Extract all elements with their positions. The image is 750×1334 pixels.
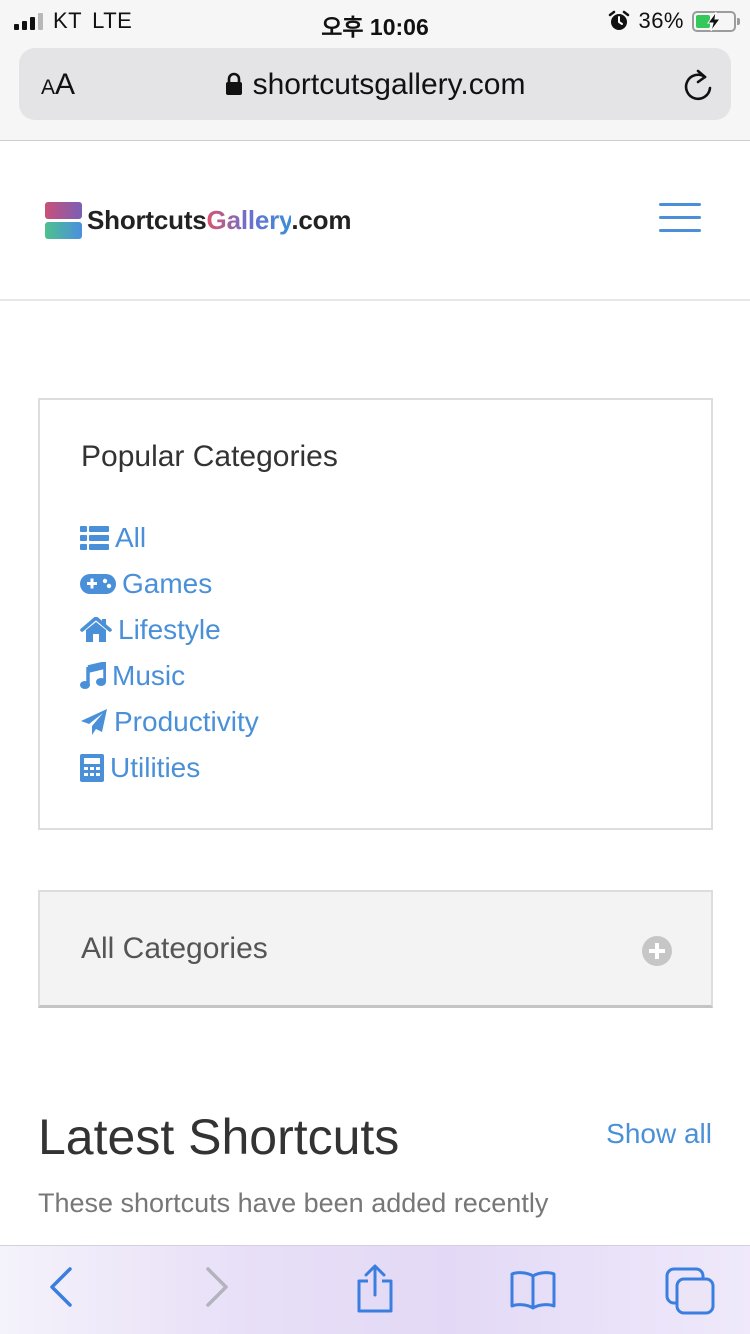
music-note-icon <box>80 662 106 690</box>
url-text: shortcutsgallery.com <box>252 68 526 101</box>
url-field[interactable]: shortcutsgallery.com <box>19 68 731 102</box>
share-icon[interactable] <box>355 1264 395 1314</box>
paper-plane-icon <box>80 708 108 736</box>
tabs-icon[interactable] <box>665 1267 715 1315</box>
back-chevron-icon[interactable] <box>46 1266 76 1308</box>
battery-percent: 36% <box>638 8 684 33</box>
category-link-productivity[interactable]: Productivity <box>80 699 259 745</box>
latest-shortcuts-heading: Latest Shortcuts <box>38 1109 400 1165</box>
category-label: All <box>115 522 147 553</box>
site-header: ShortcutsGallery.com <box>0 141 750 301</box>
category-link-all[interactable]: All <box>80 515 259 561</box>
status-bar: KT LTE 오후 10:06 36% <box>0 0 750 44</box>
expand-plus-icon[interactable] <box>642 936 672 966</box>
reload-icon[interactable] <box>681 68 715 104</box>
show-all-link[interactable]: Show all <box>606 1118 712 1150</box>
browser-address-area: AA shortcutsgallery.com <box>0 44 750 141</box>
address-bar[interactable]: AA shortcutsgallery.com <box>19 48 731 120</box>
alarm-clock-icon <box>609 10 630 30</box>
latest-shortcuts-subtitle: These shortcuts have been added recently <box>38 1188 549 1218</box>
all-categories-accordion[interactable]: All Categories <box>38 890 713 1008</box>
calculator-icon <box>80 754 104 782</box>
bookmarks-icon[interactable] <box>509 1270 557 1310</box>
category-label: Productivity <box>114 706 259 737</box>
popular-categories-title: Popular Categories <box>81 440 338 473</box>
logo-text: ShortcutsGallery.com <box>87 205 352 235</box>
category-link-music[interactable]: Music <box>80 653 259 699</box>
category-label: Lifestyle <box>118 614 221 645</box>
category-link-lifestyle[interactable]: Lifestyle <box>80 607 259 653</box>
category-label: Music <box>112 660 186 691</box>
hamburger-menu-icon[interactable] <box>659 203 701 235</box>
lock-icon <box>225 72 242 95</box>
home-icon <box>80 617 112 643</box>
status-right: 36% <box>608 8 740 34</box>
list-icon <box>80 526 109 550</box>
forward-chevron-icon[interactable] <box>202 1266 232 1308</box>
browser-toolbar <box>0 1245 750 1334</box>
category-list: All Games Lifestyle Music Productivity U… <box>80 515 259 791</box>
category-link-utilities[interactable]: Utilities <box>80 745 259 791</box>
category-label: Games <box>122 568 213 599</box>
battery-charging-icon <box>692 10 740 32</box>
category-link-games[interactable]: Games <box>80 561 259 607</box>
all-categories-label: All Categories <box>81 932 268 965</box>
category-label: Utilities <box>110 752 201 783</box>
popular-categories-panel: Popular Categories All Games Lifestyle M… <box>38 398 713 830</box>
logo-mark-icon <box>45 202 82 239</box>
gamepad-icon <box>80 573 116 595</box>
site-logo[interactable]: ShortcutsGallery.com <box>45 202 351 239</box>
